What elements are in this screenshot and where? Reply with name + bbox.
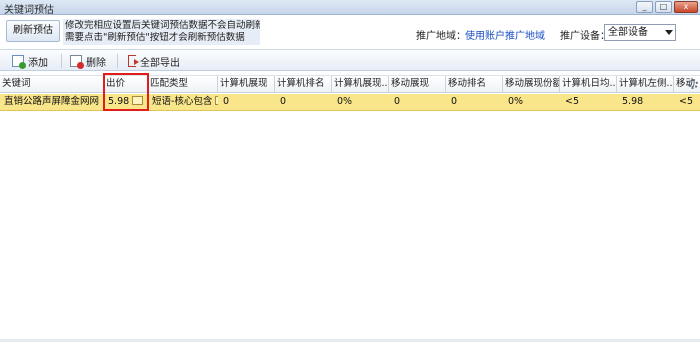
toolbar-divider (117, 54, 118, 68)
export-all-button[interactable]: 全部导出 (128, 54, 180, 69)
delete-label: 删除 (86, 57, 106, 69)
cell-pc-left: 5.98 (622, 96, 644, 107)
window-controls: _ □ x (636, 1, 698, 13)
device-select[interactable]: 全部设备 (604, 24, 676, 41)
cell-keyword: 直销公路声屏障金网网 (4, 96, 100, 107)
add-icon (12, 55, 26, 69)
cell-mobile-impressions: 0 (394, 96, 401, 107)
col-keyword[interactable]: 关键词 (0, 76, 104, 93)
notice-line-2: 需要点击"刷新预估"按钮才会刷新预估数据 (65, 32, 245, 43)
cell-mobile-more: <5 (679, 96, 694, 107)
cell-mobile-share: 0% (508, 96, 524, 107)
keyword-table: 关键词 出价 匹配类型 计算机展现 计算机排名 计算机展现... 移动展现 移动… (0, 72, 700, 342)
col-pc-share[interactable]: 计算机展现... (332, 76, 389, 93)
window-title: 关键词预估 (4, 5, 54, 16)
match-type-value: 短语-核心包含 (152, 96, 213, 107)
device-label: 推广设备： (560, 31, 610, 42)
region-link[interactable]: 使用账户推广地域 (465, 27, 545, 42)
cell-pc-rank: 0 (280, 96, 287, 107)
export-icon (128, 55, 139, 67)
refresh-notice: 修改完相应设置后关键词预估数据不会自动刷新， 需要点击"刷新预估"按钮才会刷新预… (63, 19, 260, 45)
col-mobile-rank[interactable]: 移动排名 (446, 76, 503, 93)
region-label: 推广地域： (416, 31, 466, 42)
title-bar: 关键词预估 _ □ x (0, 0, 700, 16)
col-pc-impressions[interactable]: 计算机展现 (218, 76, 275, 93)
col-pc-daily[interactable]: 计算机日均... (560, 76, 617, 93)
settings-bar: 刷新预估 修改完相应设置后关键词预估数据不会自动刷新， 需要点击"刷新预估"按钮… (0, 15, 700, 48)
cell-mobile-rank: 0 (451, 96, 458, 107)
minimize-button[interactable]: _ (636, 1, 653, 13)
notice-line-1: 修改完相应设置后关键词预估数据不会自动刷新， (65, 20, 260, 31)
cell-pc-share: 0% (337, 96, 353, 107)
cell-pc-daily: <5 (565, 96, 580, 107)
col-pc-left[interactable]: 计算机左侧... (617, 76, 674, 93)
col-mobile-share[interactable]: 移动展现份额 (503, 76, 560, 93)
bid-highlight-box (103, 73, 149, 111)
toolbar-divider (61, 54, 62, 68)
delete-button[interactable]: 删除 (70, 54, 106, 69)
col-pc-rank[interactable]: 计算机排名 (275, 76, 332, 93)
device-select-value: 全部设备 (608, 27, 648, 38)
cell-match-type[interactable]: 短语-核心包含 (150, 94, 218, 110)
refresh-estimate-button[interactable]: 刷新预估 (6, 20, 60, 42)
close-button[interactable]: x (674, 1, 698, 13)
col-mobile-impressions[interactable]: 移动展现 (389, 76, 446, 93)
cell-pc-impressions: 0 (223, 96, 230, 107)
toolbar: 添加 删除 全部导出 (0, 49, 700, 71)
maximize-button[interactable]: □ (655, 1, 672, 13)
add-button[interactable]: 添加 (12, 54, 48, 69)
chevron-down-icon (665, 30, 673, 35)
edit-icon[interactable] (215, 96, 218, 105)
gear-icon[interactable] (688, 79, 698, 89)
delete-icon (70, 55, 84, 69)
col-match-type[interactable]: 匹配类型 (148, 76, 218, 93)
export-label: 全部导出 (140, 57, 180, 69)
add-label: 添加 (28, 57, 48, 69)
